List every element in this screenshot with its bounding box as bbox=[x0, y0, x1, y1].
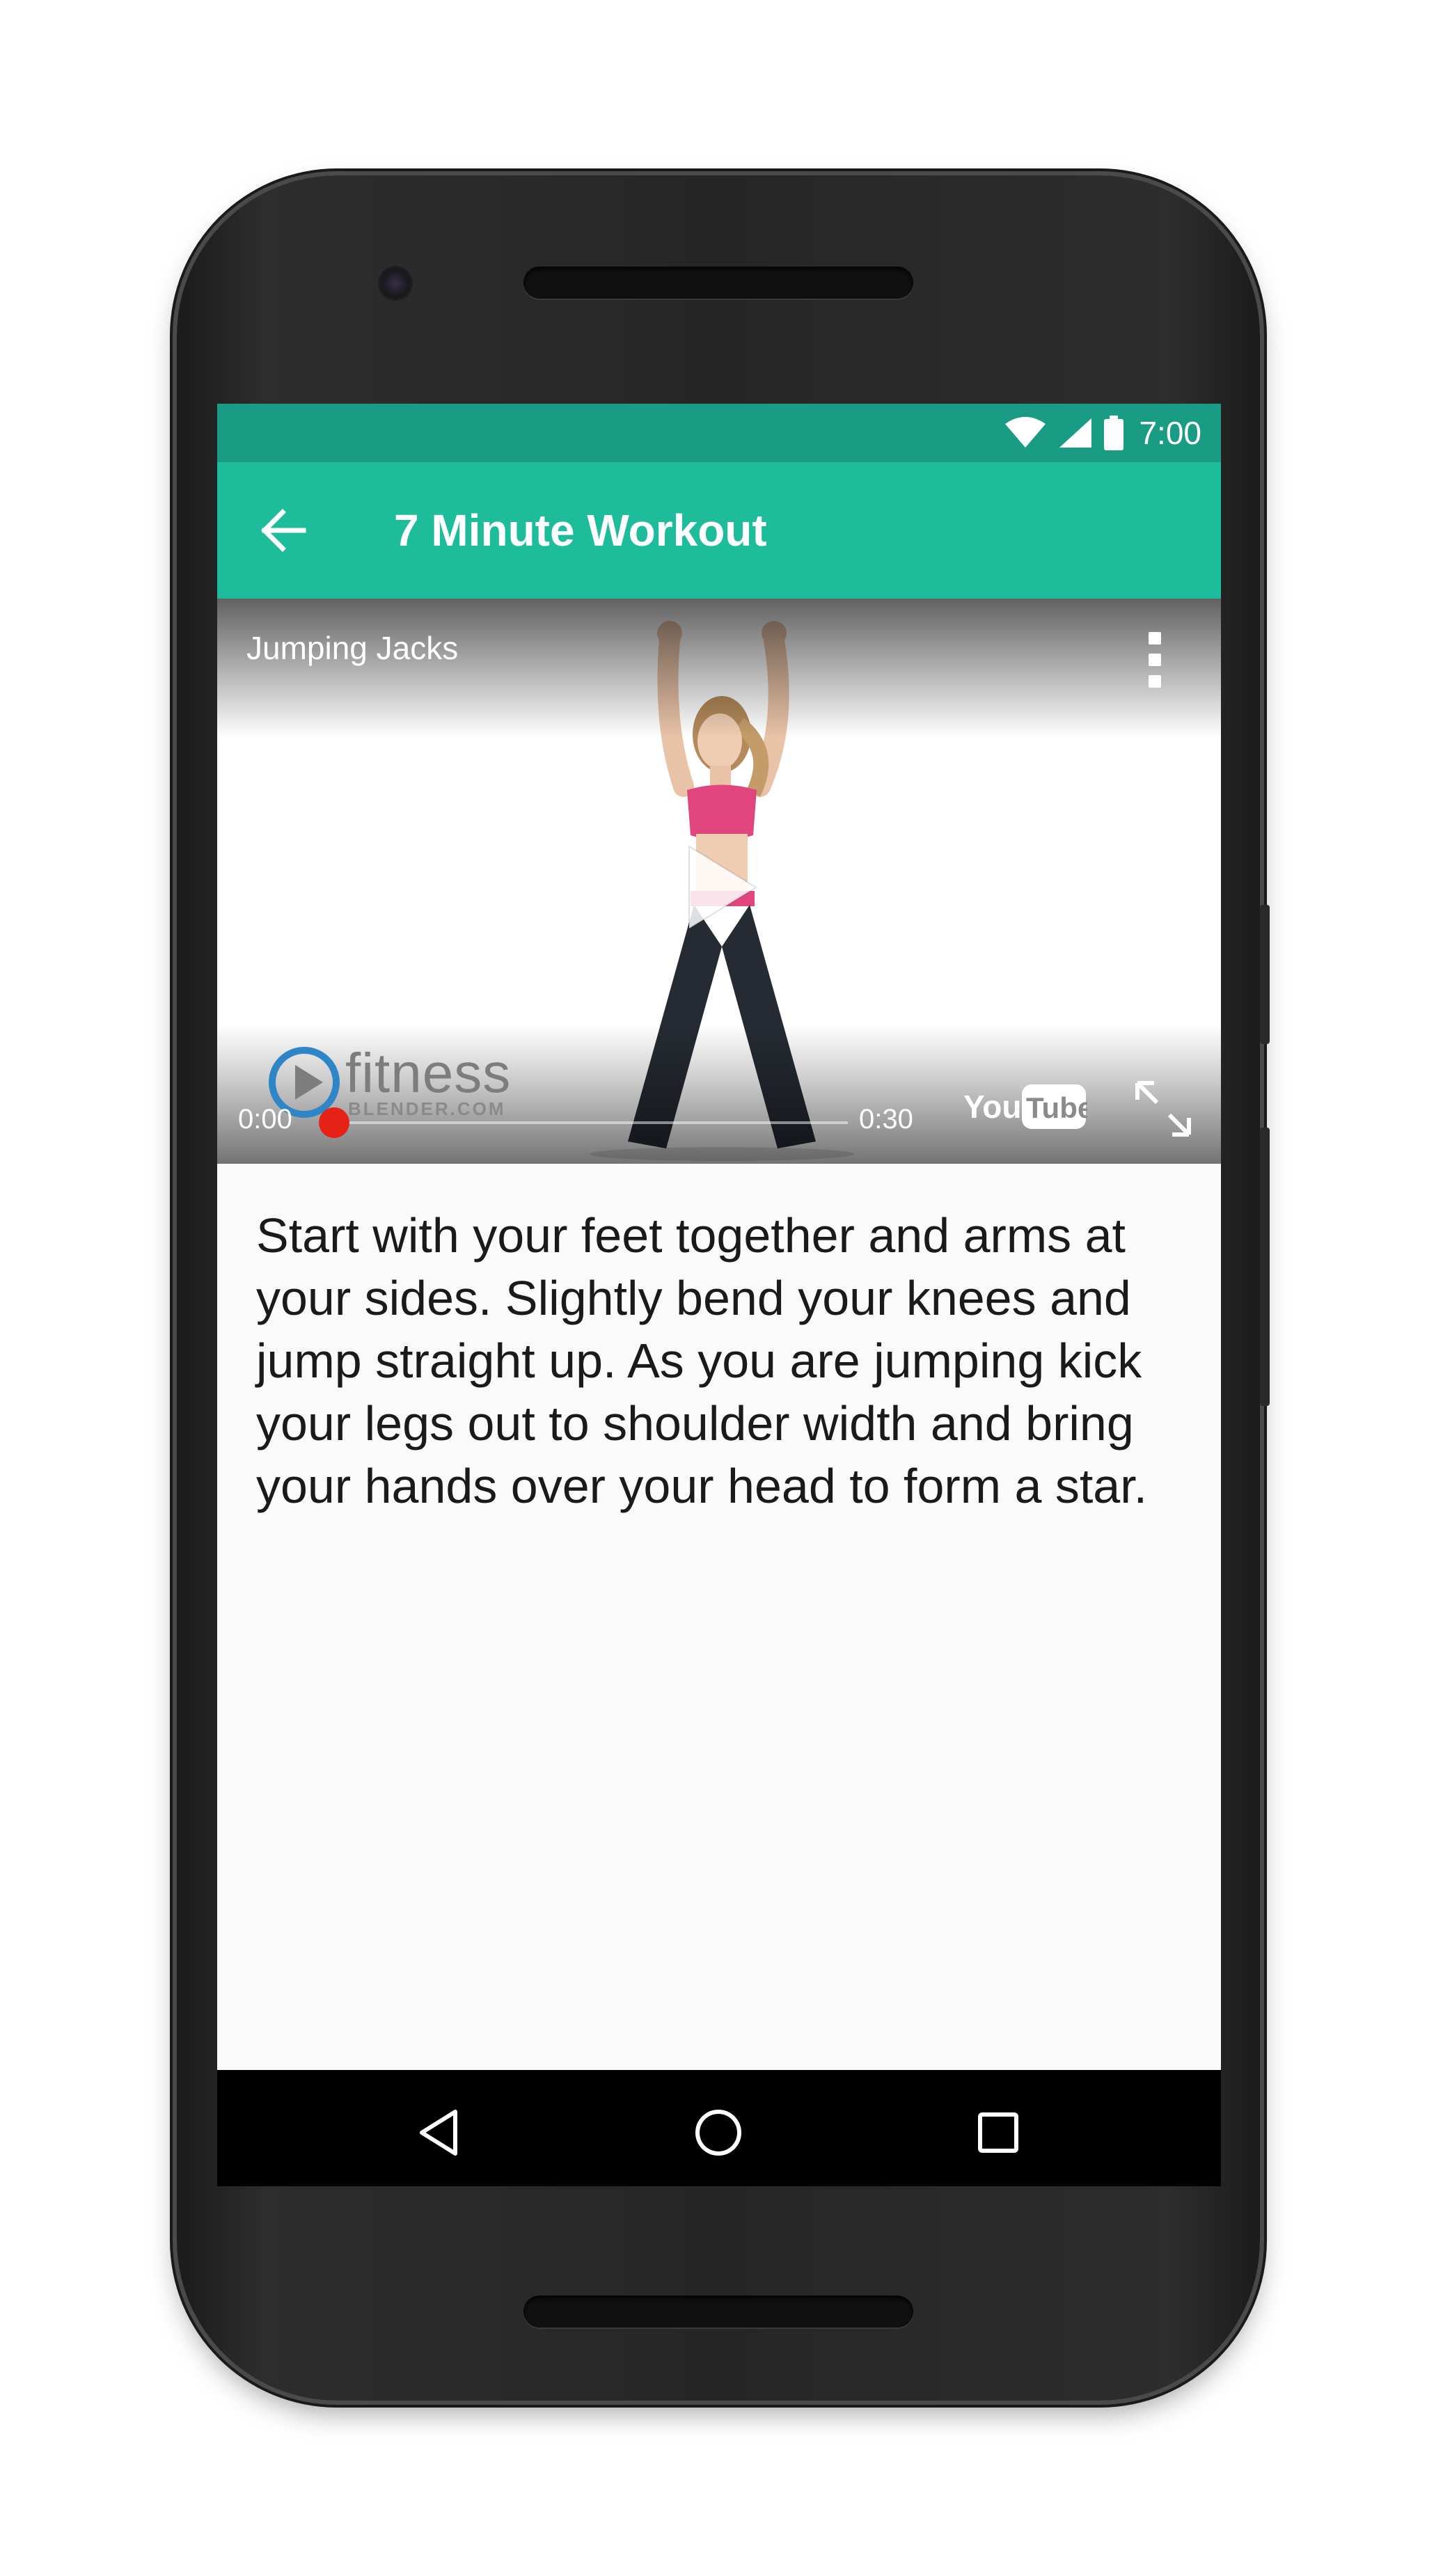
svg-text:You: You bbox=[963, 1089, 1021, 1125]
front-camera bbox=[380, 268, 411, 299]
navigation-bar bbox=[217, 2070, 1221, 2186]
fullscreen-icon[interactable] bbox=[1133, 1079, 1193, 1139]
nav-home-icon[interactable] bbox=[691, 2105, 746, 2160]
youtube-logo[interactable]: You Tube bbox=[962, 1079, 1087, 1135]
current-time: 0:00 bbox=[238, 1104, 292, 1135]
screen: 7:00 7 Minute Workout Jumping Jacks fitn… bbox=[217, 404, 1221, 2186]
bottom-speaker bbox=[523, 2296, 913, 2328]
page-title: 7 Minute Workout bbox=[394, 505, 767, 555]
nav-recent-icon[interactable] bbox=[970, 2105, 1026, 2160]
fitness-blender-logo: fitness BLENDER.COM bbox=[266, 1044, 517, 1128]
power-button bbox=[1260, 905, 1270, 1044]
video-title: Jumping Jacks bbox=[246, 630, 459, 666]
video-player[interactable]: Jumping Jacks fitness BLENDER.COM 0:00 0… bbox=[217, 599, 1221, 1164]
progress-track[interactable] bbox=[333, 1121, 848, 1124]
volume-button bbox=[1260, 1128, 1270, 1406]
more-vert-icon[interactable] bbox=[1144, 632, 1165, 688]
status-icons: 7:00 bbox=[1004, 412, 1201, 454]
arrow-back-icon[interactable] bbox=[259, 508, 306, 553]
wifi-icon bbox=[1005, 417, 1046, 448]
total-time: 0:30 bbox=[859, 1104, 913, 1135]
play-icon[interactable] bbox=[684, 842, 760, 933]
earpiece-speaker bbox=[523, 267, 913, 299]
nav-back-icon[interactable] bbox=[412, 2105, 468, 2160]
brand-word: fitness bbox=[345, 1042, 512, 1104]
progress-scrubber[interactable] bbox=[319, 1107, 349, 1138]
status-bar: 7:00 bbox=[217, 404, 1221, 462]
status-time: 7:00 bbox=[1139, 415, 1201, 451]
exercise-description: Start with your feet together and arms a… bbox=[256, 1208, 1148, 1513]
battery-icon bbox=[1104, 416, 1124, 450]
app-bar: 7 Minute Workout bbox=[217, 462, 1221, 599]
cellular-signal-icon bbox=[1059, 418, 1092, 448]
svg-text:Tube: Tube bbox=[1026, 1091, 1087, 1124]
video-top-gradient bbox=[217, 599, 1221, 738]
brand-subtitle: BLENDER.COM bbox=[348, 1098, 506, 1119]
